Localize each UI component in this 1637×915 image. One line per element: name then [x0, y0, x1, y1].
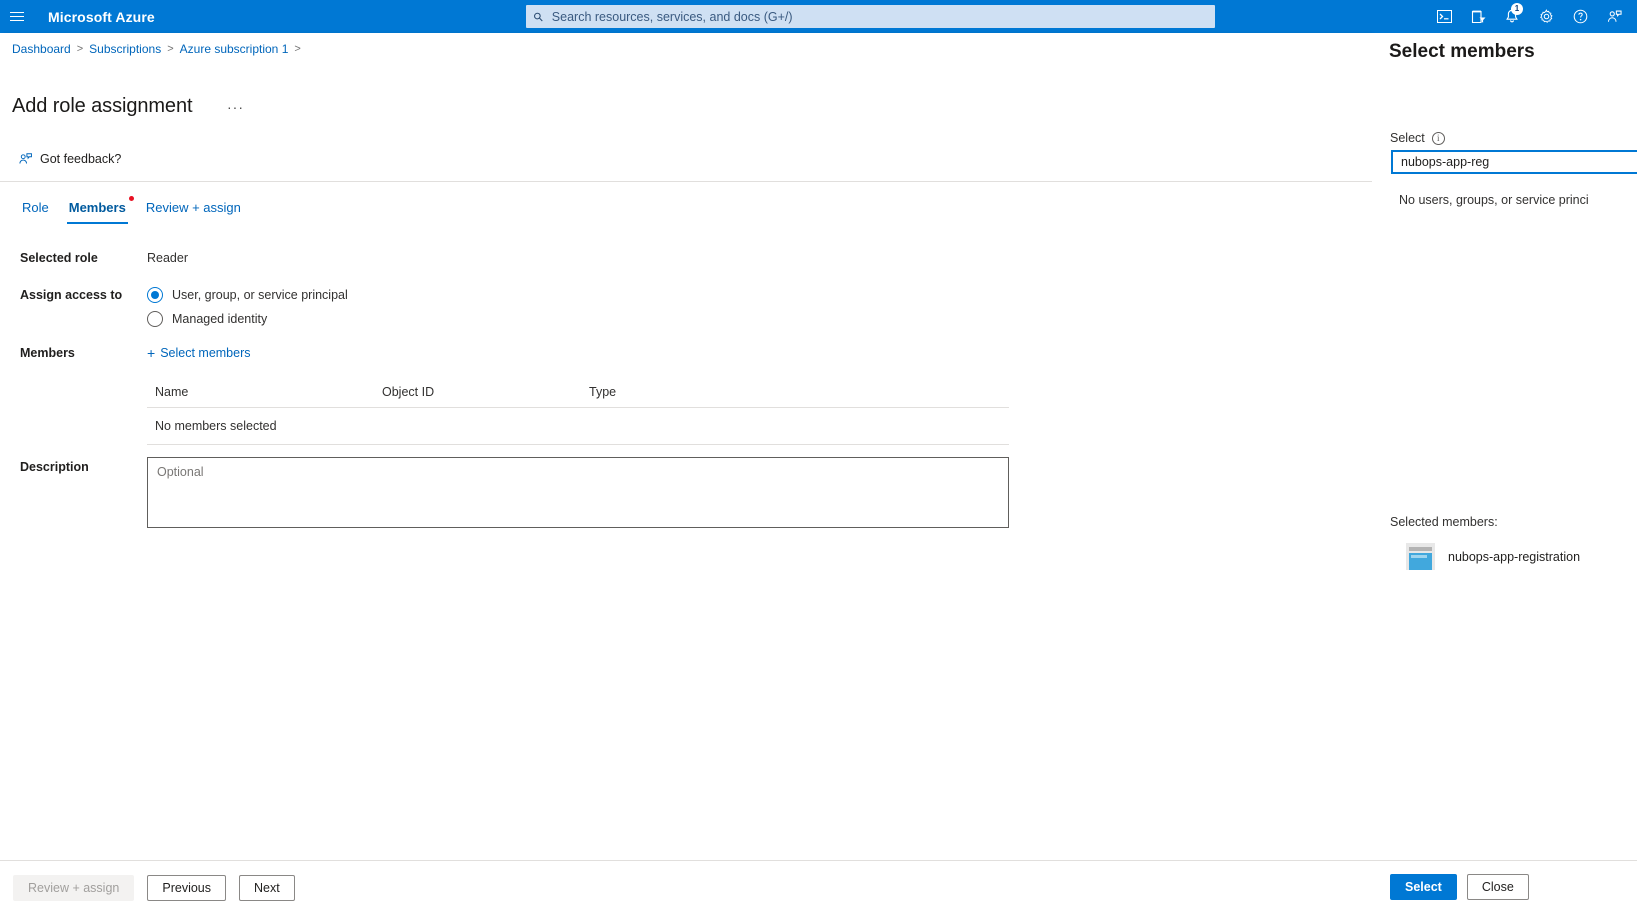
breadcrumb-item-dashboard[interactable]: Dashboard: [12, 42, 71, 56]
toolbar-divider: [0, 181, 1372, 182]
feedback-person-icon: [19, 153, 32, 164]
azure-brand-logo[interactable]: Microsoft Azure: [48, 9, 155, 25]
blade-footer-bar: Select Close: [1372, 860, 1637, 915]
members-table-header: Name Object ID Type: [147, 385, 1009, 408]
breadcrumb-item-subscriptions[interactable]: Subscriptions: [89, 42, 161, 56]
selected-role-value: Reader: [147, 251, 188, 265]
radio-user-group-service-principal-label: User, group, or service principal: [172, 288, 348, 302]
blade-footer-buttons: Select Close: [1390, 874, 1529, 900]
page-title: Add role assignment: [12, 95, 193, 117]
cloud-shell-icon[interactable]: [1427, 0, 1461, 33]
page-more-options-icon[interactable]: ···: [227, 100, 244, 114]
select-members-blade: Select members Select i No users, groups…: [1372, 33, 1637, 915]
info-icon[interactable]: i: [1431, 131, 1445, 145]
breadcrumb-separator-icon: >: [76, 43, 84, 55]
members-label: Members: [20, 346, 75, 360]
next-button[interactable]: Next: [239, 875, 295, 901]
blade-title: Select members: [1389, 41, 1535, 62]
top-nav-icon-group: 1: [1427, 0, 1631, 33]
tab-review-assign[interactable]: Review + assign: [136, 200, 251, 224]
plus-icon: +: [147, 345, 156, 361]
settings-gear-icon[interactable]: [1529, 0, 1563, 33]
blade-select-button[interactable]: Select: [1390, 874, 1457, 900]
selected-member-name: nubops-app-registration: [1448, 549, 1581, 564]
assign-access-radio-group: User, group, or service principal Manage…: [147, 287, 348, 335]
radio-selected-icon: [147, 287, 163, 303]
previous-button[interactable]: Previous: [147, 875, 227, 901]
breadcrumb-item-azure-subscription-1[interactable]: Azure subscription 1: [180, 42, 289, 56]
select-members-label: Select members: [160, 346, 251, 360]
selected-member-list-item[interactable]: nubops-app-registration: [1406, 543, 1580, 570]
search-icon: ⚲: [530, 8, 547, 25]
radio-managed-identity[interactable]: Managed identity: [147, 311, 348, 327]
tab-list: Role Members Review + assign: [12, 196, 251, 224]
blade-search-input[interactable]: [1391, 150, 1637, 174]
radio-managed-identity-label: Managed identity: [172, 312, 268, 326]
column-header-name: Name: [155, 385, 189, 399]
selected-members-label: Selected members:: [1390, 515, 1498, 529]
selected-role-label: Selected role: [20, 251, 98, 265]
members-table-empty-message: No members selected: [147, 408, 1009, 445]
select-members-button[interactable]: + Select members: [147, 346, 251, 360]
radio-user-group-service-principal[interactable]: User, group, or service principal: [147, 287, 348, 303]
main-footer-bar: Review + assign Previous Next: [0, 860, 1372, 915]
global-search-box[interactable]: ⚲: [526, 5, 1215, 28]
breadcrumb-separator-icon: >: [167, 43, 174, 55]
feedback-person-icon[interactable]: [1597, 0, 1631, 33]
column-header-object-id: Object ID: [382, 385, 435, 399]
help-question-icon[interactable]: [1563, 0, 1597, 33]
blade-select-label: Select: [1390, 131, 1425, 145]
review-assign-button[interactable]: Review + assign: [13, 875, 135, 901]
description-textarea[interactable]: [147, 457, 1009, 528]
tab-members[interactable]: Members: [59, 196, 136, 224]
got-feedback-label: Got feedback?: [40, 152, 122, 166]
search-input[interactable]: [549, 8, 1207, 25]
app-registration-avatar-icon: [1406, 543, 1435, 570]
blade-close-button[interactable]: Close: [1466, 874, 1529, 900]
tab-review-assign-label: Review + assign: [145, 200, 241, 215]
breadcrumb-separator-icon: >: [294, 43, 301, 55]
directory-filter-icon[interactable]: [1461, 0, 1495, 33]
notification-count-badge: 1: [1511, 3, 1523, 15]
got-feedback-button[interactable]: Got feedback?: [18, 152, 121, 166]
tab-required-dot-icon: [128, 196, 134, 201]
tab-members-label: Members: [68, 200, 126, 215]
description-label: Description: [20, 460, 89, 474]
members-table: Name Object ID Type No members selected: [147, 385, 1009, 445]
notifications-bell-icon[interactable]: 1: [1495, 0, 1529, 33]
breadcrumb: Dashboard > Subscriptions > Azure subscr…: [12, 42, 301, 56]
blade-select-label-row: Select i: [1390, 131, 1445, 145]
assign-access-to-label: Assign access to: [20, 288, 123, 302]
blade-no-results-message: No users, groups, or service princi: [1399, 193, 1589, 207]
hamburger-icon[interactable]: [0, 0, 34, 33]
main-footer-buttons: Review + assign Previous Next: [13, 875, 295, 901]
tab-role-label: Role: [22, 200, 49, 215]
tab-role[interactable]: Role: [12, 200, 59, 224]
main-content-pane: Dashboard > Subscriptions > Azure subscr…: [0, 33, 1372, 915]
column-header-type: Type: [589, 385, 617, 399]
top-navigation-bar: Microsoft Azure ⚲ 1: [0, 0, 1637, 33]
radio-unselected-icon: [147, 311, 163, 327]
